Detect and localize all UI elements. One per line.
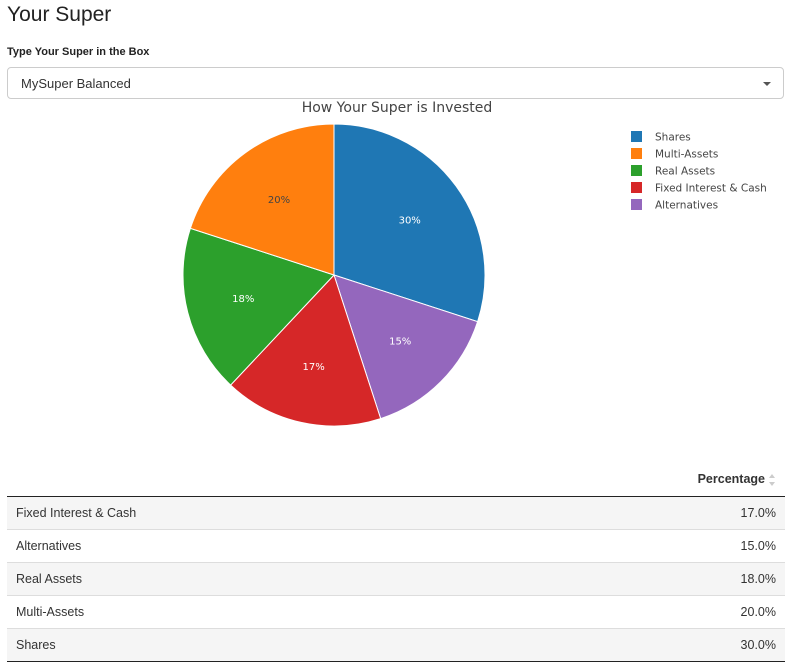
legend-item-multi-assets[interactable]: Multi-Assets: [631, 148, 718, 161]
row-asset-name: Multi-Assets: [7, 595, 466, 629]
select-label: Type Your Super in the Box: [7, 46, 150, 58]
chart-legend: Shares Multi-Assets Real Assets Fixed Inter…: [631, 131, 767, 212]
row-percentage: 30.0%: [465, 628, 785, 662]
row-percentage: 20.0%: [465, 595, 785, 629]
table-body: Fixed Interest & Cash 17.0% Alternatives…: [7, 496, 785, 662]
table-row: Shares 30.0%: [7, 628, 785, 662]
row-percentage: 17.0%: [465, 496, 785, 530]
legend-swatch-multi-assets: [631, 148, 642, 159]
pie-chart: How Your Super is Invested 30% 15% 17% 18% 2…: [0, 95, 794, 445]
table-row: Fixed Interest & Cash 17.0%: [7, 496, 785, 530]
legend-label-alternatives: Alternatives: [655, 200, 718, 212]
chart-title: How Your Super is Invested: [302, 100, 493, 116]
row-asset-name: Fixed Interest & Cash: [7, 496, 466, 530]
legend-label-fixed-interest-and-cash: Fixed Interest & Cash: [655, 183, 767, 195]
slice-label-fixed-interest-and-cash: 17%: [302, 362, 324, 373]
slice-label-shares: 30%: [399, 216, 421, 227]
legend-item-shares[interactable]: Shares: [631, 131, 691, 144]
select-value: MySuper Balanced: [21, 76, 131, 91]
caret-down-icon[interactable]: [763, 82, 771, 86]
table-row: Alternatives 15.0%: [7, 529, 785, 563]
slice-label-alternatives: 15%: [389, 337, 411, 348]
legend-item-real-assets[interactable]: Real Assets: [631, 165, 715, 178]
pie-chart-svg: How Your Super is Invested 30% 15% 17% 18% 2…: [182, 100, 767, 427]
table-row: Real Assets 18.0%: [7, 562, 785, 596]
table-row: Multi-Assets 20.0%: [7, 595, 785, 629]
column-header-percentage[interactable]: Percentage: [465, 462, 785, 497]
legend-label-multi-assets: Multi-Assets: [655, 149, 718, 161]
row-asset-name: Shares: [7, 628, 466, 662]
legend-label-shares: Shares: [655, 132, 691, 144]
legend-item-alternatives[interactable]: Alternatives: [631, 199, 718, 212]
pie-slices: [182, 123, 486, 427]
slice-label-real-assets: 18%: [232, 294, 254, 305]
legend-swatch-alternatives: [631, 199, 642, 210]
legend-item-fixed-interest-and-cash[interactable]: Fixed Interest & Cash: [631, 182, 767, 195]
page-title: Your Super: [7, 3, 112, 26]
slice-label-multi-assets: 20%: [268, 195, 290, 206]
row-percentage: 18.0%: [465, 562, 785, 596]
legend-swatch-shares: [631, 131, 642, 142]
table-header-row: Percentage: [7, 462, 785, 497]
legend-swatch-fixed-interest-and-cash: [631, 182, 642, 193]
allocation-table: Percentage Fixed Interest & Cash 17.0% A…: [7, 462, 785, 662]
row-asset-name: Alternatives: [7, 529, 466, 563]
row-asset-name: Real Assets: [7, 562, 466, 596]
column-header-name: [7, 462, 466, 497]
column-header-percentage-label: Percentage: [697, 472, 765, 486]
allocation-table-container: Percentage Fixed Interest & Cash 17.0% A…: [7, 462, 785, 662]
sort-icon[interactable]: [769, 473, 776, 486]
legend-swatch-real-assets: [631, 165, 642, 176]
row-percentage: 15.0%: [465, 529, 785, 563]
legend-label-real-assets: Real Assets: [655, 166, 715, 178]
